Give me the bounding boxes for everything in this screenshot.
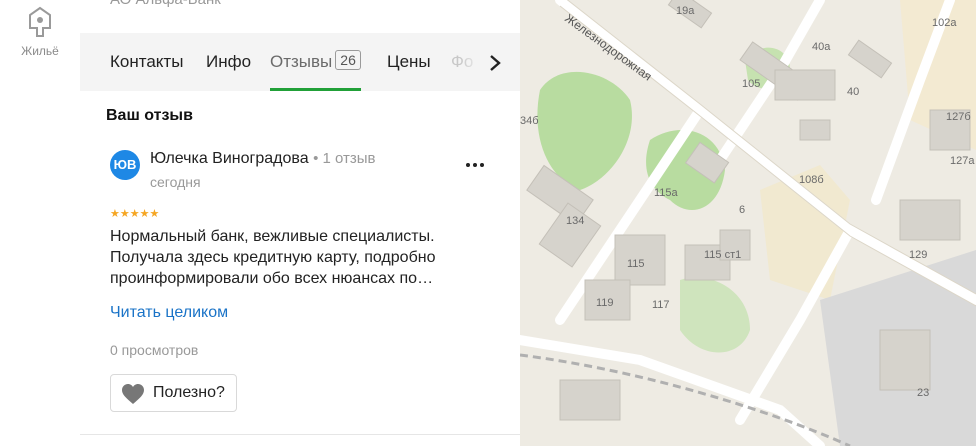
tab-reviews-label: Отзывы	[270, 52, 333, 71]
tab-photos-label: Фо	[451, 52, 474, 71]
tab-contacts-label: Контакты	[110, 52, 184, 71]
house-number: 127б	[946, 111, 971, 123]
author-name[interactable]: Юлечка Виноградова	[150, 150, 309, 167]
review-date: сегодня	[150, 174, 201, 190]
read-more-link[interactable]: Читать целиком	[110, 304, 228, 322]
tab-reviews[interactable]: Отзывы 26	[270, 33, 361, 91]
house-number: 34б	[520, 115, 539, 127]
house-number: 127а	[950, 155, 975, 167]
left-rail: Жильё	[0, 0, 81, 446]
review-text: Нормальный банк, вежливые специалисты. П…	[110, 228, 436, 287]
house-number: 117	[652, 299, 670, 311]
reviews-count-badge: 26	[335, 50, 361, 70]
house-number: 6	[739, 204, 745, 216]
tab-contacts[interactable]: Контакты	[110, 33, 183, 91]
more-options-icon[interactable]	[463, 155, 487, 175]
house-number: 108б	[799, 174, 824, 186]
tab-info[interactable]: Инфо	[206, 33, 251, 91]
house-number: 40	[847, 86, 859, 98]
house-number: 102а	[932, 17, 957, 29]
tab-prices-label: Цены	[387, 52, 431, 71]
rating-stars: ★★★★★	[110, 208, 160, 220]
house-number: 119	[596, 297, 614, 309]
house-number: 23	[917, 387, 929, 399]
section-title: Ваш отзыв	[106, 107, 193, 124]
tab-info-label: Инфо	[206, 52, 252, 71]
house-number: 19а	[676, 5, 695, 17]
tab-bar: Контакты Инфо Отзывы 26 Цены Фо	[80, 33, 520, 91]
organization-card: АО Альфа-Банк Контакты Инфо Отзывы26 Цен…	[80, 0, 520, 446]
useful-label: Полезно?	[153, 384, 225, 401]
map[interactable]: Железнодорожная 19а 102а 40а 105 40 127б…	[520, 0, 976, 446]
chevron-right-icon[interactable]	[484, 52, 506, 74]
tab-photos[interactable]: Фо	[451, 33, 483, 91]
review-author: Юлечка Виноградова • 1 отзыв	[150, 150, 376, 167]
house-number: 115а	[654, 187, 679, 199]
house-number: 40а	[812, 41, 831, 53]
active-tab-indicator	[270, 88, 361, 91]
housing-nav-item[interactable]: Жильё	[0, 6, 80, 58]
organization-title: АО Альфа-Банк	[110, 0, 221, 8]
house-number: 115	[627, 258, 645, 270]
house-pin-icon	[29, 6, 51, 37]
avatar[interactable]: ЮВ	[110, 150, 140, 180]
useful-button[interactable]: Полезно?	[110, 374, 237, 412]
house-number: 134	[566, 215, 584, 227]
housing-label: Жильё	[21, 44, 59, 58]
house-number: 115 ст1	[704, 249, 741, 261]
views-count: 0 просмотров	[110, 342, 199, 358]
tab-prices[interactable]: Цены	[387, 33, 431, 91]
divider	[80, 434, 520, 435]
author-reviews-count: 1 отзыв	[322, 150, 376, 167]
map-canvas[interactable]: Железнодорожная 19а 102а 40а 105 40 127б…	[520, 0, 976, 446]
house-number: 129	[909, 249, 927, 261]
park-area	[680, 277, 750, 353]
heart-icon	[122, 384, 144, 404]
house-number: 105	[742, 78, 760, 90]
